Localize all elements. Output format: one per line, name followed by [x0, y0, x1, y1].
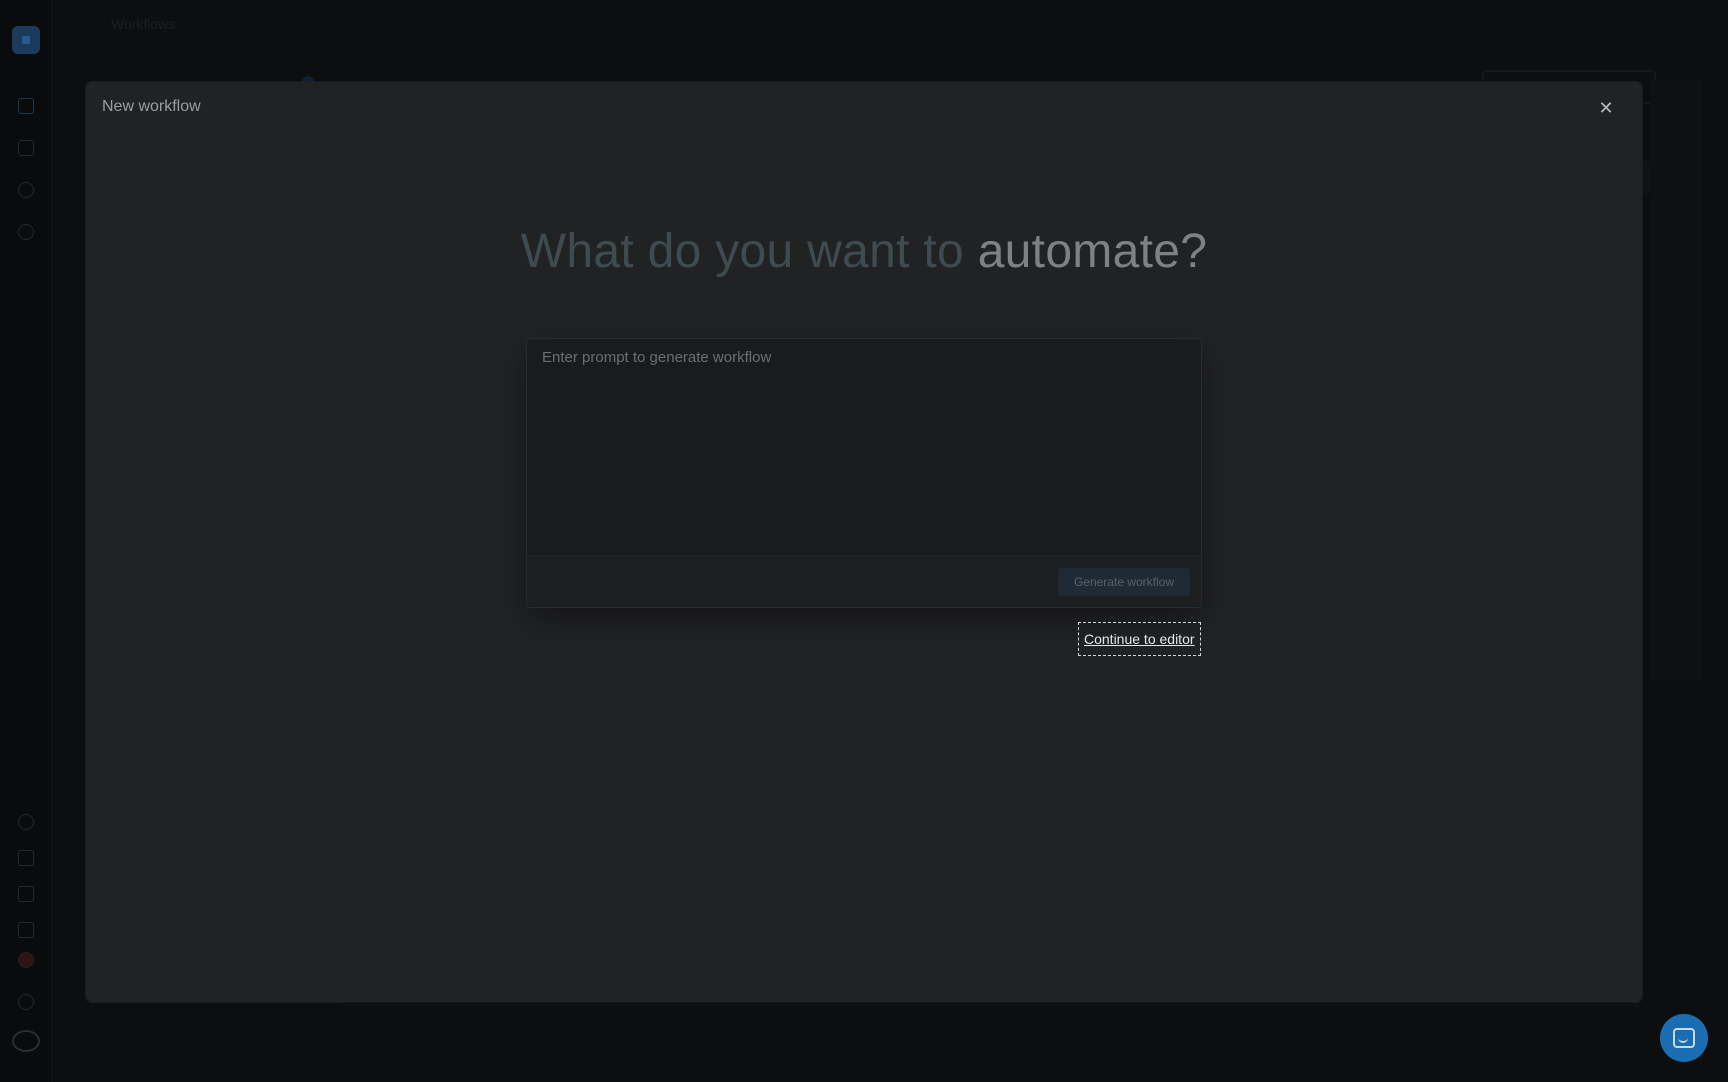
background-panel [1650, 80, 1702, 680]
status-nav-icon[interactable] [18, 994, 34, 1010]
prompt-input[interactable] [527, 339, 1201, 555]
history-nav-icon[interactable] [18, 814, 34, 830]
notification-nav-icon[interactable] [18, 952, 34, 968]
calendar-nav-icon[interactable] [18, 140, 34, 156]
chat-launcher-button[interactable] [1660, 1014, 1708, 1062]
generate-workflow-button[interactable]: Generate workflow [1057, 568, 1190, 596]
settings-nav-icon[interactable] [18, 224, 34, 240]
help-nav-icon[interactable] [18, 182, 34, 198]
chat-bubble-icon [1673, 1028, 1695, 1048]
workflows-nav-icon[interactable] [18, 98, 34, 114]
list-nav-icon[interactable] [18, 922, 34, 938]
continue-to-editor-link[interactable]: Continue to editor [1078, 622, 1201, 656]
page-title: Workflows [111, 16, 176, 32]
new-workflow-modal: New workflow ✕ What do you want to autom… [86, 82, 1642, 1002]
app-window: Workflows New workflow ✕ What do you wan… [0, 0, 1728, 1082]
headline-part2: automate? [977, 225, 1208, 278]
modal-headline: What do you want to automate? [86, 222, 1642, 282]
headline-part1: What do you want to [520, 225, 978, 278]
users-nav-icon[interactable] [18, 850, 34, 866]
app-logo[interactable] [12, 26, 40, 54]
modal-title: New workflow [102, 98, 201, 115]
left-nav-rail [0, 0, 52, 1082]
close-icon: ✕ [1598, 97, 1614, 118]
docs-nav-icon[interactable] [18, 886, 34, 902]
prompt-footer: Generate workflow [527, 555, 1201, 607]
close-button[interactable]: ✕ [1592, 94, 1620, 122]
prompt-card: Generate workflow [526, 338, 1202, 608]
divider [340, 1005, 1640, 1006]
avatar[interactable] [12, 1030, 40, 1052]
